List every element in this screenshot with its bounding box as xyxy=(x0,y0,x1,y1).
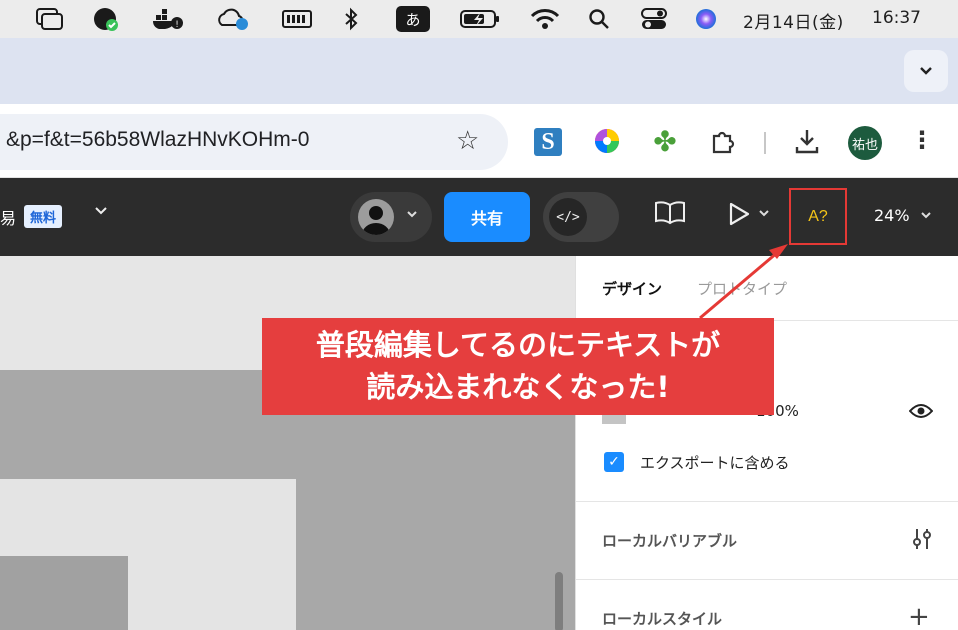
sync-status-icon[interactable] xyxy=(92,6,120,32)
user-avatar-icon xyxy=(358,199,394,235)
wifi-icon[interactable] xyxy=(530,6,560,32)
browser-toolbar: &p=f&t=56b58WlazHNvKOHm-0 ☆ S ✤ 祐也 ⋮ xyxy=(0,104,958,178)
tab-prototype[interactable]: プロトタイプ xyxy=(697,278,787,299)
menubar-time[interactable]: 16:37 xyxy=(872,8,921,28)
annotation-line-2: 読み込まれなくなった! xyxy=(366,370,670,404)
macos-menu-bar: ! あ 2月14日(金) 16:37 xyxy=(0,0,958,38)
divider xyxy=(576,579,958,580)
share-button[interactable]: 共有 xyxy=(444,192,530,242)
variables-settings-icon[interactable] xyxy=(911,527,933,555)
file-name[interactable]: 易 xyxy=(0,205,16,229)
cloud-sync-icon[interactable] xyxy=(216,6,250,32)
window-switcher-icon[interactable] xyxy=(36,6,64,32)
design-canvas[interactable] xyxy=(0,256,575,630)
library-book-icon[interactable] xyxy=(654,200,686,230)
canvas-scrollbar[interactable] xyxy=(555,572,563,630)
add-style-plus-icon[interactable]: + xyxy=(908,602,930,630)
url-text[interactable]: &p=f&t=56b58WlazHNvKOHm-0 xyxy=(6,128,309,152)
export-label: エクスポートに含める xyxy=(640,454,790,472)
tab-search-button[interactable] xyxy=(904,50,948,92)
control-center-icon[interactable] xyxy=(640,6,668,32)
extensions-puzzle-icon[interactable] xyxy=(706,124,740,158)
divider xyxy=(576,501,958,502)
profile-avatar[interactable]: 祐也 xyxy=(848,126,882,160)
present-play-icon[interactable] xyxy=(728,202,750,230)
figma-header: 易 無料 共有 </> A? 24% xyxy=(0,178,958,256)
chevron-down-icon xyxy=(406,207,418,221)
canvas-frame[interactable] xyxy=(0,556,128,630)
clover-extension-icon[interactable]: ✤ xyxy=(648,124,682,158)
s-extension-icon[interactable]: S xyxy=(534,128,562,156)
docker-icon[interactable]: ! xyxy=(152,6,184,32)
properties-panel: デザイン プロトタイプ 100% ✓ エクスポートに含める ローカルバリアブル … xyxy=(575,256,958,630)
local-styles-label: ローカルスタイル xyxy=(602,610,723,628)
multiplayer-user-button[interactable] xyxy=(350,192,432,242)
siri-icon[interactable] xyxy=(694,6,718,32)
battery-icon[interactable] xyxy=(460,6,502,32)
zoom-level[interactable]: 24% xyxy=(874,206,910,225)
bluetooth-icon[interactable] xyxy=(343,6,359,32)
address-bar[interactable]: &p=f&t=56b58WlazHNvKOHm-0 ☆ xyxy=(0,114,508,170)
chevron-down-icon[interactable] xyxy=(920,208,932,222)
eye-icon[interactable] xyxy=(908,403,934,423)
menubar-date[interactable]: 2月14日(金) xyxy=(743,8,844,33)
export-checkbox[interactable]: ✓ xyxy=(604,452,624,472)
color-wheel-extension-icon[interactable] xyxy=(590,124,624,158)
chevron-down-icon xyxy=(920,67,932,75)
toolbar-divider xyxy=(764,132,766,154)
download-icon[interactable] xyxy=(790,124,824,158)
chevron-down-icon[interactable] xyxy=(758,206,770,220)
browser-menu-icon[interactable]: ⋮ xyxy=(910,126,934,154)
tab-design[interactable]: デザイン xyxy=(602,278,662,299)
input-method-icon[interactable]: あ xyxy=(396,6,430,32)
plan-badge: 無料 xyxy=(24,205,63,228)
bookmark-star-icon[interactable]: ☆ xyxy=(456,126,479,156)
code-icon: </> xyxy=(549,198,587,236)
browser-tab-strip xyxy=(0,38,958,104)
annotation-callout: 普段編集してるのにテキストが 読み込まれなくなった! xyxy=(262,318,774,415)
annotation-line-1: 普段編集してるのにテキストが xyxy=(315,328,721,362)
memory-icon[interactable] xyxy=(282,6,312,32)
missing-fonts-button[interactable]: A? xyxy=(789,188,847,245)
spotlight-search-icon[interactable] xyxy=(588,6,610,32)
dev-mode-toggle[interactable]: </> xyxy=(543,192,619,242)
file-menu-chevron-icon[interactable] xyxy=(94,204,108,220)
local-variables-label: ローカルバリアブル xyxy=(602,532,738,550)
svg-text:!: ! xyxy=(175,20,179,30)
